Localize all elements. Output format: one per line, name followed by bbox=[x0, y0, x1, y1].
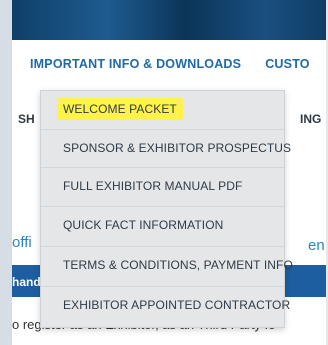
partial-blue-text-left: hand bbox=[12, 275, 41, 289]
dropdown-item-exhibitor-appointed-contractor[interactable]: EXHIBITOR APPOINTED CONTRACTOR bbox=[41, 286, 290, 322]
partial-heading-right: en bbox=[308, 237, 325, 254]
nav-important-info-downloads[interactable]: IMPORTANT INFO & DOWNLOADS bbox=[30, 57, 241, 71]
screenshot-frame: IMPORTANT INFO & DOWNLOADS CUSTO SH ING … bbox=[0, 0, 328, 345]
dropdown-item-quick-fact-information[interactable]: QUICK FACT INFORMATION bbox=[41, 206, 284, 242]
secondary-nav-left[interactable]: SH bbox=[18, 112, 35, 126]
dropdown-item-terms-conditions-payment-info[interactable]: TERMS & CONDITIONS, PAYMENT INFO bbox=[41, 246, 293, 282]
dropdown-item-label: EXHIBITOR APPOINTED CONTRACTOR bbox=[63, 297, 291, 312]
header-banner bbox=[12, 0, 328, 40]
important-info-dropdown-menu[interactable]: WELCOME PACKET SPONSOR & EXHIBITOR PROSP… bbox=[40, 90, 293, 328]
dropdown-item-label: FULL EXHIBITOR MANUAL PDF bbox=[63, 178, 243, 193]
nav-custo[interactable]: CUSTO bbox=[265, 57, 310, 71]
dropdown-item-full-exhibitor-manual-pdf[interactable]: FULL EXHIBITOR MANUAL PDF bbox=[41, 167, 284, 203]
dropdown-item-label: SPONSOR & EXHIBITOR PROSPECTUS bbox=[63, 140, 292, 155]
dropdown-item-label: WELCOME PACKET bbox=[57, 98, 183, 120]
dropdown-item-sponsor-exhibitor-prospectus[interactable]: SPONSOR & EXHIBITOR PROSPECTUS bbox=[41, 129, 291, 165]
dropdown-item-label: TERMS & CONDITIONS, PAYMENT INFO bbox=[63, 257, 293, 272]
secondary-nav-right[interactable]: ING bbox=[300, 112, 321, 126]
dropdown-item-welcome-packet[interactable]: WELCOME PACKET bbox=[41, 91, 284, 127]
page-left-edge bbox=[0, 0, 12, 345]
primary-nav: IMPORTANT INFO & DOWNLOADS CUSTO bbox=[30, 57, 310, 71]
dropdown-item-label: QUICK FACT INFORMATION bbox=[63, 217, 224, 232]
partial-heading-left: offi bbox=[12, 234, 32, 251]
